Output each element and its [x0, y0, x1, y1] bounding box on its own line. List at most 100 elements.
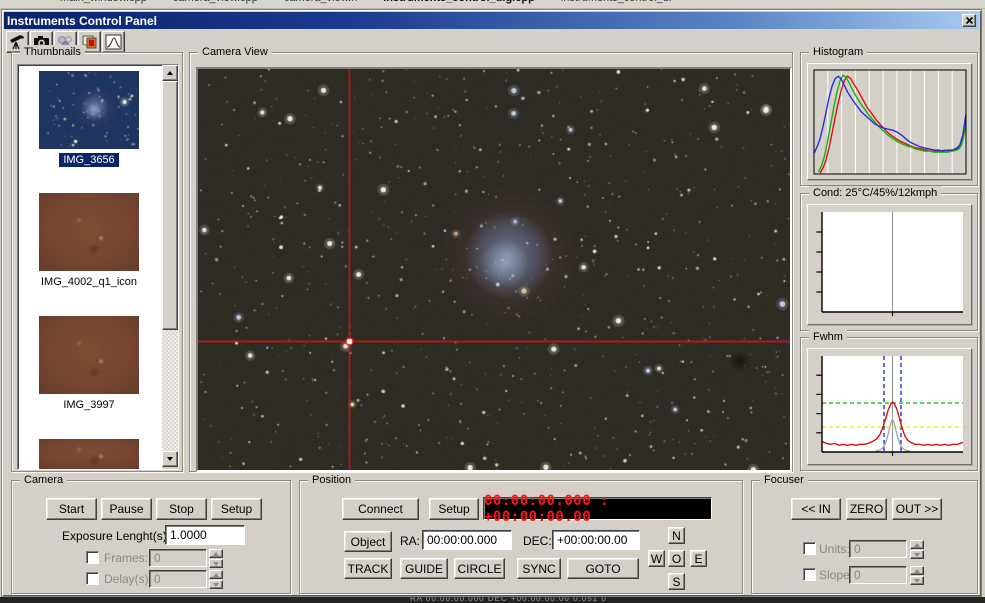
spin-down-button[interactable]: [209, 580, 223, 589]
conditions-group-label: Cond: 25°C/45%/12kmph: [809, 186, 941, 200]
arrow-up-icon: [914, 543, 920, 547]
scrollbar-thumb[interactable]: [162, 81, 178, 330]
focuser-group: Focuser << IN ZERO OUT >> Units: 0 Slope…: [751, 480, 978, 594]
background-tab: main_window.cpp: [60, 0, 147, 4]
background-ide-strip: main_window.cppcamera_view.cppcamera_vie…: [0, 0, 985, 9]
setup-camera-button[interactable]: Setup: [211, 498, 262, 520]
curve-icon: [105, 34, 122, 50]
focuser-group-label: Focuser: [760, 473, 808, 487]
frames-checkbox[interactable]: [86, 551, 99, 564]
delay-spinner[interactable]: [209, 570, 223, 589]
thumbnail-label[interactable]: IMG_3656: [18, 154, 160, 166]
fwhm-group-label: Fwhm: [809, 330, 847, 344]
delay-label: Delay(s):: [104, 572, 152, 586]
fwhm-group: Fwhm: [800, 337, 978, 471]
spin-up-button[interactable]: [209, 549, 223, 558]
conditions-group: Cond: 25°C/45%/12kmph: [800, 193, 978, 331]
units-checkbox[interactable]: [803, 542, 816, 555]
background-tab: instruments_control_dlg.cpp: [383, 0, 535, 4]
camera-view-group: Camera View: [189, 52, 793, 472]
frames-spinner[interactable]: [209, 549, 223, 568]
scrollbar-track[interactable]: [162, 330, 178, 451]
thumbnail-label[interactable]: IMG_3997: [18, 399, 160, 411]
thumbnails-scrollbar[interactable]: [162, 65, 178, 469]
track-button[interactable]: TRACK: [344, 558, 392, 579]
focus-out-button[interactable]: OUT >>: [892, 498, 942, 520]
exposure-length-label: Exposure Lenght(s):: [62, 529, 170, 543]
slew-west-button[interactable]: W: [648, 550, 665, 567]
histogram-group-label: Histogram: [809, 45, 867, 59]
sync-button[interactable]: SYNC: [517, 558, 561, 579]
background-status-strip: RA 00:00:00:000 DEC +00:00:00:00 0.051 0: [0, 597, 985, 603]
scroll-up-button[interactable]: [162, 65, 178, 81]
spin-down-button[interactable]: [209, 559, 223, 568]
position-group: Position Connect Setup 00:00:00.000 : +0…: [299, 480, 743, 594]
histogram-group: Histogram: [800, 52, 978, 186]
close-button[interactable]: [962, 14, 976, 27]
focus-zero-button[interactable]: ZERO: [846, 498, 887, 520]
thumbnails-list[interactable]: IMG_3656 IMG_4002_q1_icon IMG_3997: [17, 64, 179, 470]
thumbnail-image-partial[interactable]: [39, 439, 139, 469]
dec-input[interactable]: +00:00:00.00: [552, 530, 640, 550]
units-label: Units:: [819, 542, 850, 556]
connect-button[interactable]: Connect: [342, 498, 419, 520]
circle-button[interactable]: CIRCLE: [454, 558, 505, 579]
arrow-up-icon: [914, 569, 920, 573]
fwhm-plot: [822, 356, 963, 452]
arrow-up-icon: [213, 573, 219, 577]
spin-up-button[interactable]: [209, 570, 223, 579]
thumbnail-image-img-3656[interactable]: [39, 71, 139, 149]
camera-group-label: Camera: [20, 473, 67, 487]
stop-button[interactable]: Stop: [156, 498, 207, 520]
camera-group: Camera Start Pause Stop Setup Exposure L…: [11, 480, 291, 594]
setup-position-button[interactable]: Setup: [429, 498, 479, 520]
background-ide-tabs: main_window.cppcamera_view.cppcamera_vie…: [60, 0, 697, 4]
units-input[interactable]: 0: [849, 540, 907, 558]
focus-in-button[interactable]: << IN: [791, 498, 841, 520]
histogram-plot: [814, 70, 966, 174]
goto-button[interactable]: GOTO: [567, 558, 639, 579]
arrow-down-icon: [167, 457, 173, 461]
ra-label: RA:: [400, 534, 420, 548]
slew-south-button[interactable]: S: [668, 573, 685, 590]
spin-up-button[interactable]: [910, 566, 924, 575]
desktop: main_window.cppcamera_view.cppcamera_vie…: [0, 0, 985, 603]
spin-down-button[interactable]: [910, 576, 924, 585]
slope-checkbox[interactable]: [803, 568, 816, 581]
ra-input[interactable]: 00:00:00.000: [422, 530, 512, 550]
guide-button[interactable]: GUIDE: [400, 558, 448, 579]
slew-stop-button[interactable]: O: [668, 550, 685, 567]
thumbnails-group: Thumbnails IMG_3656 IMG_4002_q1_icon IMG…: [11, 52, 183, 472]
background-status-text: RA 00:00:00:000 DEC +00:00:00:00 0.051 0: [410, 597, 607, 603]
window-titlebar[interactable]: Instruments Control Panel: [4, 12, 979, 29]
start-button[interactable]: Start: [46, 498, 97, 520]
pause-button[interactable]: Pause: [101, 498, 152, 520]
slope-input[interactable]: 0: [849, 566, 907, 584]
histogram-chart: [814, 70, 966, 174]
object-button[interactable]: Object: [344, 531, 392, 552]
position-group-label: Position: [308, 473, 355, 487]
exposure-length-input[interactable]: 1.0000: [165, 525, 245, 545]
curve-tool-button[interactable]: [102, 31, 125, 53]
slope-spinner[interactable]: [910, 566, 924, 585]
slew-north-button[interactable]: N: [668, 527, 685, 544]
thumbnail-label[interactable]: IMG_4002_q1_icon: [18, 276, 160, 288]
frames-label: Frames:: [104, 551, 148, 565]
arrow-up-icon: [167, 71, 173, 75]
spin-up-button[interactable]: [910, 540, 924, 549]
slew-east-button[interactable]: E: [690, 550, 707, 567]
camera-view-image[interactable]: [198, 69, 790, 470]
scroll-down-button[interactable]: [162, 451, 178, 467]
frames-input[interactable]: 0: [149, 549, 207, 567]
spin-down-button[interactable]: [910, 550, 924, 559]
dec-label: DEC:: [523, 534, 552, 548]
background-tab: camera_view.cpp: [173, 0, 258, 4]
background-tab: instruments_control_dl: [561, 0, 672, 4]
delay-checkbox[interactable]: [86, 572, 99, 585]
delay-input[interactable]: 0: [149, 570, 207, 588]
thumbnail-image-img-3997[interactable]: [39, 316, 139, 394]
conditions-plot: [822, 212, 963, 312]
arrow-up-icon: [213, 552, 219, 556]
units-spinner[interactable]: [910, 540, 924, 559]
thumbnail-image-img-4002[interactable]: [39, 193, 139, 271]
